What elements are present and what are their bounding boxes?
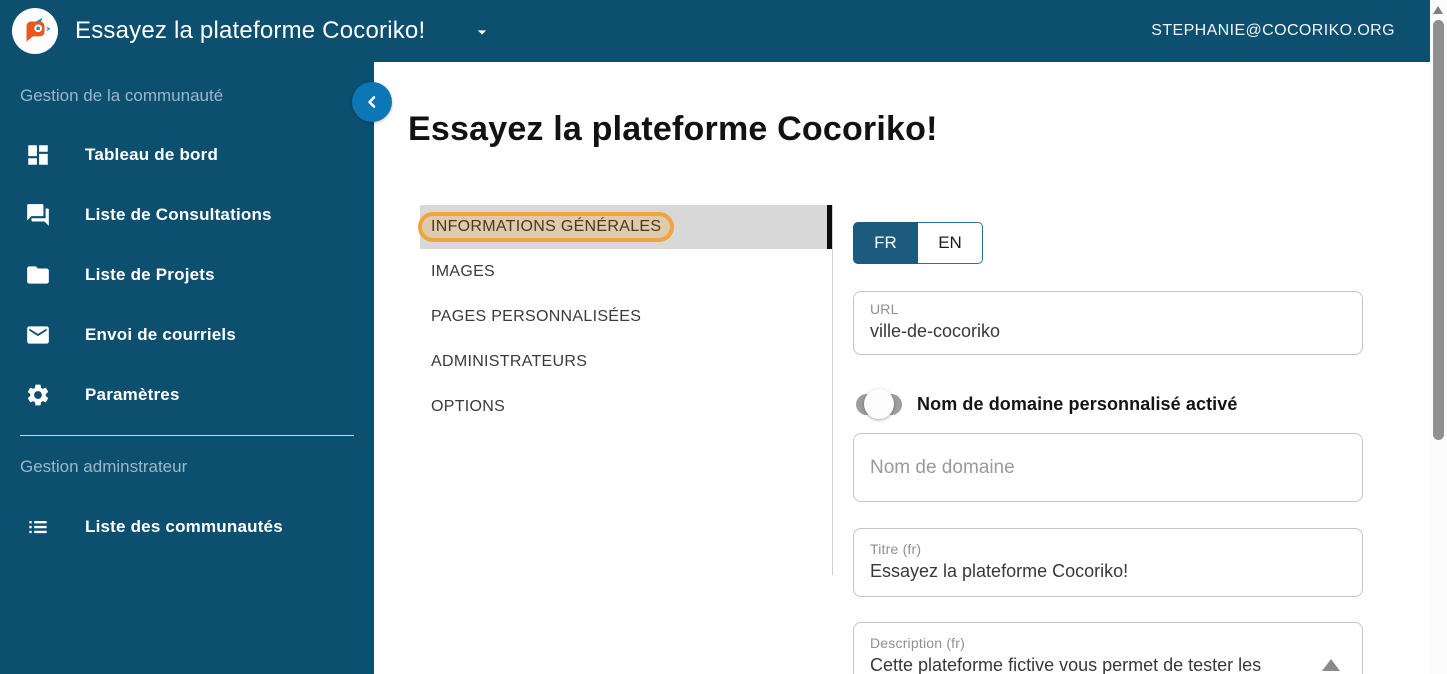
tabs-divider xyxy=(832,205,833,575)
gear-icon xyxy=(25,382,51,408)
title-fr-field-box: Titre (fr) xyxy=(853,528,1363,597)
sidebar-item-parametres[interactable]: Paramètres xyxy=(0,375,374,415)
cocoriko-bird-icon xyxy=(18,14,52,48)
textarea-scroll-up-icon[interactable] xyxy=(1322,659,1340,671)
tab-options[interactable]: OPTIONS xyxy=(420,384,827,429)
sidebar-item-liste-de-projets[interactable]: Liste de Projets xyxy=(0,255,374,295)
sidebar-collapse-button[interactable] xyxy=(352,82,392,122)
title-fr-field-label: Titre (fr) xyxy=(870,541,922,557)
sidebar-divider xyxy=(20,435,354,436)
page-title: Essayez la plateforme Cocoriko! xyxy=(408,110,938,148)
folder-icon xyxy=(25,262,51,288)
scrollbar-thumb[interactable] xyxy=(1433,20,1444,440)
sidebar-item-label: Liste de Projets xyxy=(85,265,215,284)
sidebar: Gestion de la communauté Tableau de bord… xyxy=(0,62,374,674)
sidebar-item-tableau-de-bord[interactable]: Tableau de bord xyxy=(0,135,374,175)
sidebar-item-label: Paramètres xyxy=(85,385,180,404)
app-window: Essayez la plateforme Cocoriko! STEPHANI… xyxy=(0,0,1447,674)
sidebar-section-admin: Gestion adminstrateur xyxy=(20,457,188,476)
lang-tab-fr[interactable]: FR xyxy=(853,222,918,264)
toggle-knob xyxy=(864,389,894,419)
description-fr-field-box[interactable]: Description (fr) Cette plateforme fictiv… xyxy=(853,622,1363,674)
focus-highlight-ring: INFORMATIONS GÉNÉRALES xyxy=(418,212,675,242)
lang-tab-en[interactable]: EN xyxy=(918,222,983,264)
url-input[interactable] xyxy=(870,321,1346,342)
community-logo[interactable] xyxy=(12,8,58,54)
list-icon xyxy=(25,514,51,540)
dashboard-icon xyxy=(25,142,51,168)
title-fr-input[interactable] xyxy=(870,561,1346,582)
tab-administrateurs[interactable]: ADMINISTRATEURS xyxy=(420,339,827,384)
user-email[interactable]: STEPHANIE@COCORIKO.ORG xyxy=(1151,0,1395,62)
sidebar-item-envoi-de-courriels[interactable]: Envoi de courriels xyxy=(0,315,374,355)
scrollbar-up-arrow-icon[interactable] xyxy=(1433,6,1443,14)
language-switcher: FR EN xyxy=(853,222,983,264)
chevron-down-icon[interactable] xyxy=(472,22,492,42)
description-fr-textarea[interactable]: Cette plateforme fictive vous permet de … xyxy=(870,655,1346,674)
page-scrollbar[interactable] xyxy=(1430,0,1447,674)
sidebar-item-label: Liste des communautés xyxy=(85,517,283,536)
chevron-left-icon xyxy=(362,92,382,112)
tab-images[interactable]: IMAGES xyxy=(420,249,827,294)
chat-icon xyxy=(25,202,51,228)
url-field-box: URL xyxy=(853,291,1363,355)
sidebar-item-liste-des-communautes[interactable]: Liste des communautés xyxy=(0,507,374,547)
sidebar-section-community: Gestion de la communauté xyxy=(20,86,224,105)
domain-input[interactable] xyxy=(870,456,1346,479)
mail-icon xyxy=(25,322,51,348)
sidebar-item-liste-de-consultations[interactable]: Liste de Consultations xyxy=(0,195,374,235)
tab-informations-generales[interactable]: INFORMATIONS GÉNÉRALES xyxy=(418,205,827,249)
url-field-label: URL xyxy=(870,301,899,317)
sidebar-item-label: Envoi de courriels xyxy=(85,325,236,344)
main-content: Essayez la plateforme Cocoriko! INFORMAT… xyxy=(374,62,1430,674)
community-title[interactable]: Essayez la plateforme Cocoriko! xyxy=(75,0,425,62)
custom-domain-toggle[interactable] xyxy=(856,389,902,419)
tab-pages-personnalisees[interactable]: PAGES PERSONNALISÉES xyxy=(420,294,827,339)
custom-domain-toggle-label: Nom de domaine personnalisé activé xyxy=(917,393,1238,414)
domain-field-box xyxy=(853,433,1363,502)
description-fr-field-label: Description (fr) xyxy=(870,635,965,651)
top-header-bar: Essayez la plateforme Cocoriko! STEPHANI… xyxy=(0,0,1430,62)
sidebar-item-label: Liste de Consultations xyxy=(85,205,272,224)
sidebar-item-label: Tableau de bord xyxy=(85,145,219,164)
custom-domain-toggle-row: Nom de domaine personnalisé activé xyxy=(856,389,1238,419)
settings-tab-list: INFORMATIONS GÉNÉRALES IMAGES PAGES PERS… xyxy=(418,205,827,429)
